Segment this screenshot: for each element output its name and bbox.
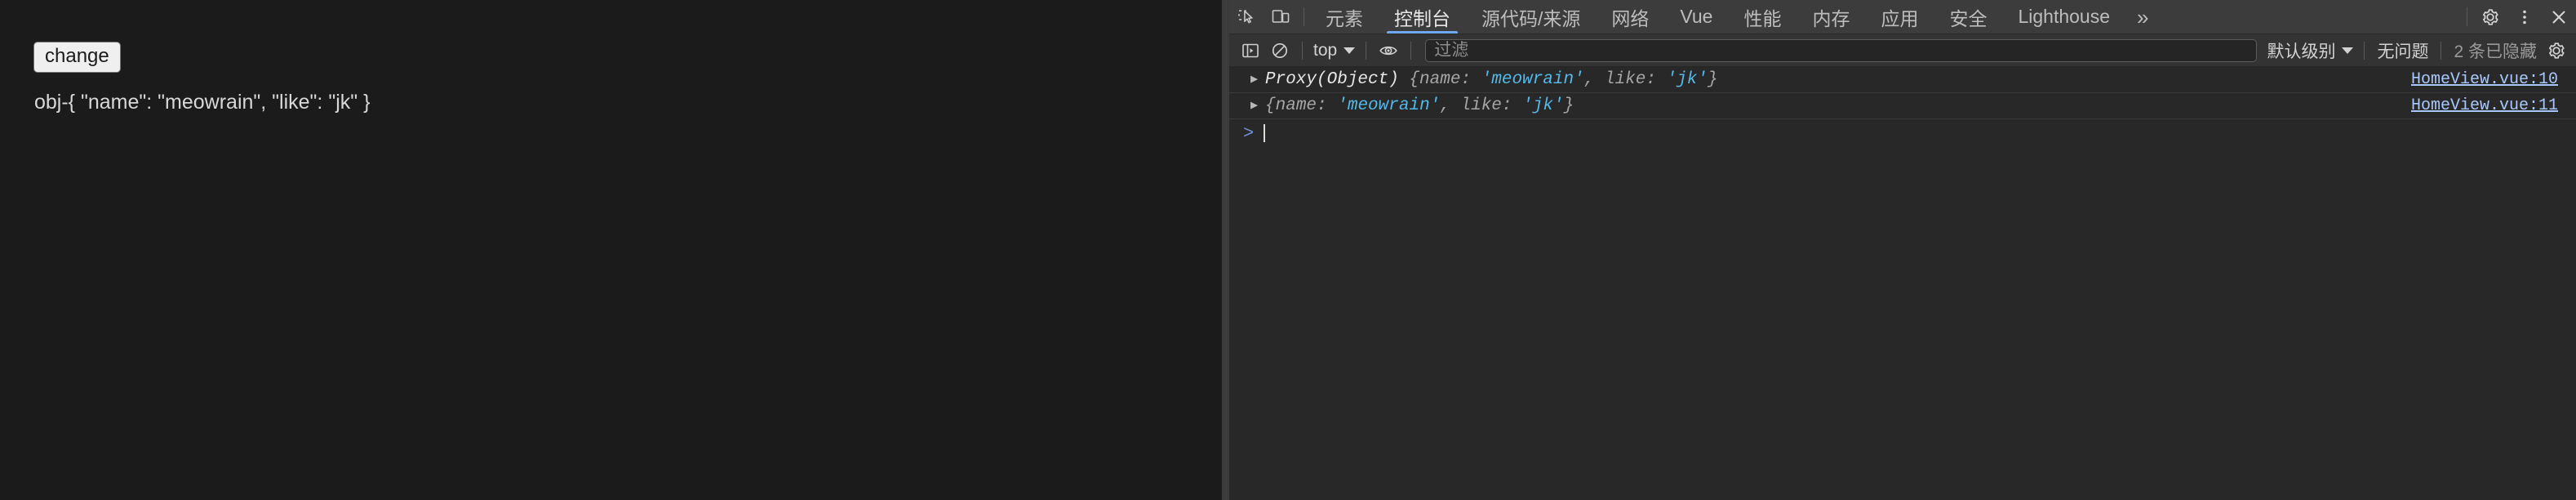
- device-toolbar-icon[interactable]: [1264, 0, 1298, 33]
- console-message-list: ▶ Proxy(Object) {name: 'meowrain', like:…: [1229, 67, 2576, 500]
- devtools-tab-list: 元素 控制台 源代码/来源 网络 Vue 性能 内存 应用 安全 Lightho…: [1310, 0, 2160, 33]
- log-key-like: like: [1605, 70, 1646, 89]
- log-brace-open: {: [1399, 70, 1419, 89]
- log-value-name: 'meowrain': [1481, 70, 1584, 89]
- expand-arrow-icon[interactable]: ▶: [1250, 100, 1265, 112]
- log-constructor-name: Proxy(Object): [1265, 70, 1399, 89]
- log-colon: :: [1317, 96, 1337, 115]
- live-expression-eye-icon[interactable]: [1374, 38, 1403, 64]
- toolbar-divider-3: [1410, 42, 1411, 60]
- object-output-text: obj-{ "name": "meowrain", "like": "jk" }: [34, 90, 370, 114]
- console-log-row[interactable]: ▶ {name: 'meowrain', like: 'jk'} HomeVie…: [1229, 93, 2576, 119]
- hidden-messages-count[interactable]: 2 条已隐藏: [2449, 38, 2542, 63]
- chevron-down-icon: [1344, 47, 1355, 54]
- tab-application[interactable]: 应用: [1865, 0, 1934, 33]
- log-message-text: {name: 'meowrain', like: 'jk'}: [1265, 96, 2396, 115]
- log-source-link[interactable]: HomeView.vue:11: [2411, 96, 2576, 115]
- log-value-like: 'jk': [1522, 96, 1563, 115]
- execution-context-label: top: [1313, 41, 1337, 60]
- tabbar-right-controls: [2461, 0, 2576, 33]
- console-toolbar: top 默认级别 无问题 2 条已隐藏: [1229, 34, 2576, 67]
- console-sidebar-icon[interactable]: [1236, 38, 1265, 64]
- gear-icon[interactable]: [2473, 0, 2507, 33]
- log-brace-close: }: [1708, 70, 1718, 89]
- chevron-down-icon: [2342, 47, 2353, 54]
- tab-performance[interactable]: 性能: [1728, 0, 1797, 33]
- toolbar-divider-1: [1302, 42, 1303, 60]
- inspect-element-icon[interactable]: [1229, 0, 1264, 33]
- log-colon: :: [1460, 70, 1481, 89]
- text-cursor: [1264, 124, 1265, 142]
- devtools-panel: 元素 控制台 源代码/来源 网络 Vue 性能 内存 应用 安全 Lightho…: [1229, 0, 2576, 500]
- log-comma: ,: [1584, 70, 1605, 89]
- log-value-name: 'meowrain': [1337, 96, 1440, 115]
- log-brace-open: {: [1265, 96, 1276, 115]
- issues-status[interactable]: 无问题: [2372, 38, 2433, 63]
- expand-arrow-icon[interactable]: ▶: [1250, 74, 1265, 86]
- log-colon: :: [1646, 70, 1666, 89]
- tab-sources[interactable]: 源代码/来源: [1466, 0, 1596, 33]
- log-key-name: name: [1419, 70, 1460, 89]
- tab-elements[interactable]: 元素: [1310, 0, 1379, 33]
- log-value-like: 'jk': [1667, 70, 1708, 89]
- tabbar-spacer: [2160, 0, 2461, 33]
- prompt-arrow-icon: >: [1243, 123, 1254, 144]
- log-colon: :: [1502, 96, 1522, 115]
- tab-lighthouse[interactable]: Lighthouse: [2002, 0, 2125, 33]
- tab-vue[interactable]: Vue: [1664, 0, 1728, 33]
- toolbar-divider-4: [2364, 42, 2365, 60]
- log-levels-dropdown[interactable]: 默认级别: [2263, 38, 2356, 63]
- web-page-viewport: change obj-{ "name": "meowrain", "like":…: [0, 0, 1222, 500]
- console-input-prompt[interactable]: >: [1229, 119, 2576, 147]
- clear-console-icon[interactable]: [1265, 38, 1295, 64]
- log-levels-label: 默认级别: [2267, 38, 2335, 63]
- log-comma: ,: [1440, 96, 1460, 115]
- console-filter-input[interactable]: [1425, 39, 2257, 62]
- console-settings-gear-icon[interactable]: [2542, 38, 2571, 64]
- log-key-like: like: [1461, 96, 1502, 115]
- console-log-row[interactable]: ▶ Proxy(Object) {name: 'meowrain', like:…: [1229, 67, 2576, 93]
- kebab-menu-icon[interactable]: [2507, 0, 2542, 33]
- log-brace-close: }: [1564, 96, 1574, 115]
- tab-console[interactable]: 控制台: [1379, 0, 1466, 33]
- screen: change obj-{ "name": "meowrain", "like":…: [0, 0, 2576, 500]
- more-tabs-icon[interactable]: »: [2125, 0, 2160, 33]
- tab-security[interactable]: 安全: [1934, 0, 2002, 33]
- close-icon[interactable]: [2542, 0, 2576, 33]
- tab-network[interactable]: 网络: [1596, 0, 1664, 33]
- change-button[interactable]: change: [33, 42, 121, 73]
- log-message-text: Proxy(Object) {name: 'meowrain', like: '…: [1265, 70, 2396, 89]
- devtools-tabbar: 元素 控制台 源代码/来源 网络 Vue 性能 内存 应用 安全 Lightho…: [1229, 0, 2576, 34]
- log-source-link[interactable]: HomeView.vue:10: [2411, 70, 2576, 89]
- log-key-name: name: [1276, 96, 1317, 115]
- devtools-resize-handle[interactable]: [1222, 0, 1229, 500]
- tab-memory[interactable]: 内存: [1797, 0, 1865, 33]
- execution-context-dropdown[interactable]: top: [1310, 41, 1358, 60]
